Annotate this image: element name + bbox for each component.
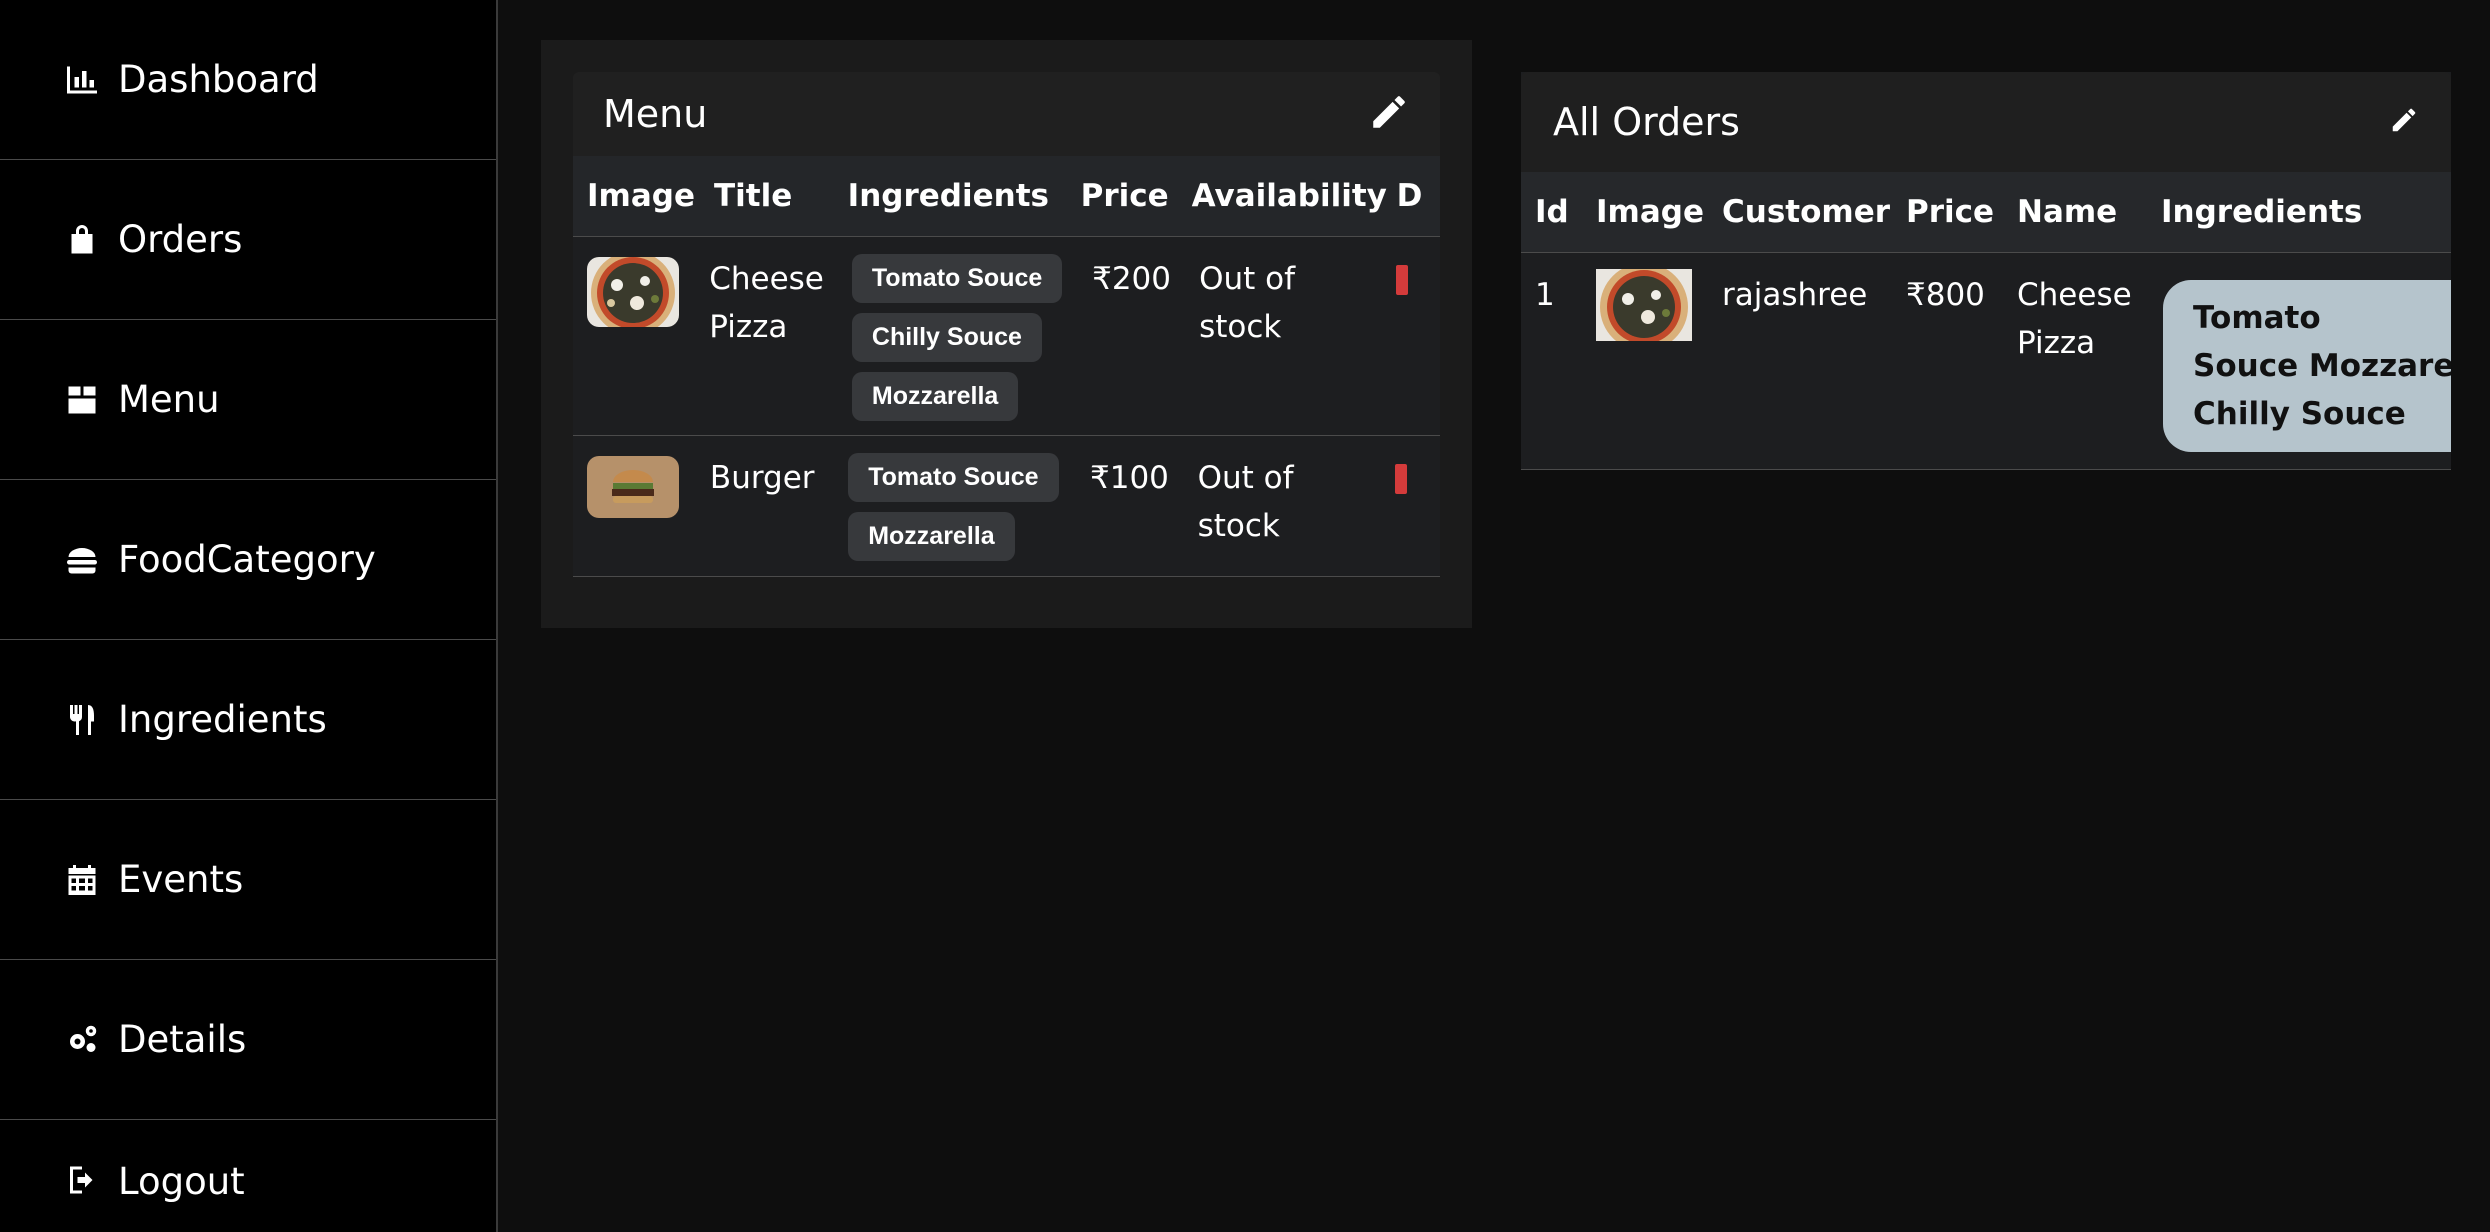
sidebar-item-label: Dashboard	[118, 58, 319, 101]
pizza-thumbnail	[587, 257, 679, 327]
column-header: Customer	[1722, 194, 1891, 230]
menu-table-header: Image Title Ingredients Price Availabili…	[573, 156, 1440, 237]
orders-table-header: Id Image Customer Price Name Ingredients	[1521, 172, 2451, 253]
edit-icon[interactable]	[1368, 91, 1410, 137]
pizza-thumbnail	[1596, 269, 1692, 341]
orders-card-header: All Orders	[1521, 72, 2451, 172]
sidebar-item-orders[interactable]: Orders	[0, 160, 496, 320]
delete-icon[interactable]	[1395, 464, 1408, 494]
edit-icon[interactable]	[2389, 105, 2419, 139]
order-name: Pizza	[2017, 325, 2096, 361]
sidebar-item-label: Logout	[118, 1160, 245, 1203]
ingredient-text: Tomato	[2193, 300, 2321, 336]
column-header: Ingredients	[2161, 194, 2363, 230]
ingredient-chip: Chilly Souce	[851, 313, 1042, 362]
ingredient-chip: Tomato Souce	[851, 254, 1063, 303]
availability-status[interactable]: Out of	[1198, 454, 1368, 502]
sidebar-item-ingredients[interactable]: Ingredients	[0, 640, 496, 800]
ingredient-text: Chilly Souce	[2193, 396, 2406, 432]
ingredient-chip: Mozzarella	[851, 372, 1019, 421]
table-row: Burger Tomato Souce Mozzarella ₹100 Out …	[573, 436, 1440, 577]
column-header: Price	[1080, 178, 1169, 214]
menu-title: Menu	[603, 92, 708, 136]
utensils-icon	[62, 700, 102, 740]
column-header: Ingredients	[847, 178, 1049, 214]
box-icon	[62, 380, 102, 420]
burger-icon	[62, 540, 102, 580]
table-row: 1 rajashree ₹800 Cheese Pizza Tomato Sou…	[1521, 253, 2451, 470]
sidebar-item-logout[interactable]: Logout	[0, 1120, 496, 1232]
sidebar-item-details[interactable]: Details	[0, 960, 496, 1120]
availability-status[interactable]: stock	[1199, 303, 1367, 351]
sidebar: Dashboard Orders Menu FoodCategory Ingre…	[0, 0, 498, 1232]
column-header: Id	[1535, 194, 1569, 230]
calendar-icon	[62, 860, 102, 900]
order-ingredients-badge: Tomato Souce Mozzarella Chilly Souce	[2163, 280, 2451, 452]
shopping-bag-icon	[62, 220, 102, 260]
chart-bar-icon	[62, 60, 102, 100]
availability-status[interactable]: stock	[1198, 502, 1368, 550]
sidebar-item-label: Ingredients	[118, 698, 327, 741]
sidebar-item-label: Events	[118, 858, 244, 901]
column-header: Price	[1906, 194, 1995, 230]
sidebar-item-label: FoodCategory	[118, 538, 376, 581]
menu-panel: Menu Image Title Ingredients Price Avail…	[541, 40, 1472, 628]
menu-card-header: Menu	[573, 72, 1440, 156]
sidebar-item-label: Details	[118, 1018, 247, 1061]
menu-card: Menu Image Title Ingredients Price Avail…	[573, 72, 1440, 614]
menu-item-price: ₹200	[1092, 261, 1172, 297]
column-header: Title	[714, 178, 793, 214]
column-header: Image	[587, 178, 695, 214]
ingredients-list: Tomato Souce Mozzarella	[834, 436, 1076, 576]
order-price: ₹800	[1906, 277, 1985, 313]
sidebar-item-label: Menu	[118, 378, 220, 421]
ingredients-list: Tomato Souce Chilly Souce Mozzarella	[838, 237, 1078, 435]
menu-item-price: ₹100	[1090, 460, 1169, 496]
sidebar-item-dashboard[interactable]: Dashboard	[0, 0, 496, 160]
availability-status[interactable]: Out of	[1199, 255, 1367, 303]
column-header: Availability	[1191, 178, 1387, 214]
order-customer: rajashree	[1722, 277, 1868, 313]
order-id: 1	[1535, 277, 1555, 313]
menu-item-title: Pizza	[709, 309, 788, 345]
menu-item-title: Cheese	[709, 261, 824, 297]
ingredient-chip: Tomato Souce	[848, 453, 1059, 502]
menu-item-title: Burger	[709, 460, 815, 496]
logout-icon	[62, 1160, 102, 1200]
sidebar-item-foodcategory[interactable]: FoodCategory	[0, 480, 496, 640]
order-name: Cheese	[2017, 277, 2132, 313]
column-header: D	[1396, 178, 1423, 214]
table-row: Cheese Pizza Tomato Souce Chilly Souce M…	[573, 237, 1440, 436]
column-header: Image	[1596, 194, 1704, 230]
ingredient-text: Souce Mozzarella	[2193, 348, 2451, 384]
sidebar-item-events[interactable]: Events	[0, 800, 496, 960]
sidebar-item-label: Orders	[118, 218, 243, 261]
sidebar-item-menu[interactable]: Menu	[0, 320, 496, 480]
orders-title: All Orders	[1553, 100, 1740, 144]
delete-icon[interactable]	[1395, 265, 1408, 295]
orders-card: All Orders Id Image Customer Price Name …	[1521, 72, 2451, 470]
ingredient-chip: Mozzarella	[848, 512, 1015, 561]
burger-thumbnail	[587, 456, 679, 518]
gears-icon	[62, 1020, 102, 1060]
column-header: Name	[2017, 194, 2118, 230]
